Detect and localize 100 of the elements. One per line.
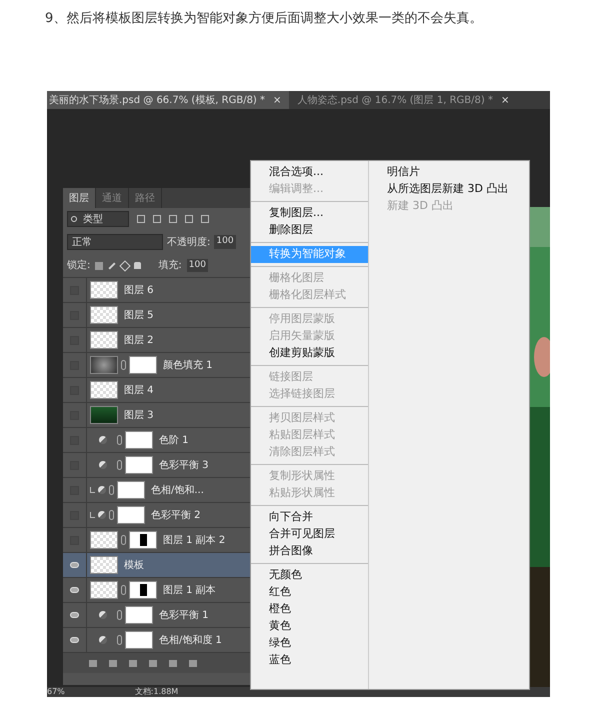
layer-thumbnail xyxy=(90,556,118,574)
panel-tab[interactable]: 图层 xyxy=(63,188,96,208)
layer-name: 图层 3 xyxy=(124,408,154,422)
layer-row[interactable]: 色阶 1 xyxy=(63,428,250,453)
menu-item[interactable]: 黄色 xyxy=(251,618,368,635)
layer-name: 图层 2 xyxy=(124,334,154,348)
close-icon[interactable]: × xyxy=(273,92,282,108)
layer-row[interactable]: 图层 1 副本 2 xyxy=(63,528,250,553)
menu-item[interactable]: 绿色 xyxy=(251,635,368,652)
adjustment-icon xyxy=(99,461,107,469)
menu-item[interactable]: 红色 xyxy=(251,584,368,601)
adjustment-icon xyxy=(99,436,107,444)
layer-row[interactable]: 颜色填充 1 xyxy=(63,353,250,378)
layer-thumbnail xyxy=(90,531,118,549)
adjustment-icon xyxy=(99,611,107,619)
layer-mask-thumbnail xyxy=(125,431,153,449)
menu-item[interactable]: 橙色 xyxy=(251,601,368,618)
move-icon[interactable] xyxy=(120,260,132,272)
menu-item[interactable]: 删除图层 xyxy=(251,222,368,239)
menu-item[interactable]: 蓝色 xyxy=(251,652,368,669)
brush-icon[interactable] xyxy=(108,262,116,270)
step-text: 9、然后将模板图层转换为智能对象方便后面调整大小效果一类的不会失真。 xyxy=(45,10,482,28)
layer-mask-thumbnail xyxy=(125,456,153,474)
fill-label: 填充: xyxy=(158,258,182,273)
layer-row[interactable]: 图层 2 xyxy=(63,328,250,353)
layer-mask-thumbnail xyxy=(125,606,153,624)
layer-name: 模板 xyxy=(124,558,144,572)
layer-name: 色彩平衡 1 xyxy=(159,608,209,622)
zoom-level: 67% xyxy=(47,686,65,698)
filter-dropdown[interactable]: 类型 xyxy=(67,211,129,227)
menu-item[interactable]: 明信片 xyxy=(387,164,508,181)
adjustment-icon xyxy=(99,636,107,644)
layer-row[interactable]: 色彩平衡 3 xyxy=(63,453,250,478)
menu-item[interactable]: 无颜色 xyxy=(251,567,368,584)
layer-name: 图层 6 xyxy=(124,284,154,298)
layer-thumbnail xyxy=(90,306,118,324)
adjustment-icon xyxy=(98,511,106,519)
layer-name: 色彩平衡 3 xyxy=(159,458,209,472)
document-size: 文档:1.88M xyxy=(134,686,178,698)
menu-item[interactable]: 向下合并 xyxy=(251,509,368,526)
eye-icon[interactable] xyxy=(70,587,79,593)
document-tab[interactable]: 美丽的水下场景.psd @ 66.7% (模板, RGB/8) * × xyxy=(47,91,290,109)
layer-row[interactable]: 图层 6 xyxy=(63,278,250,303)
blend-mode-dropdown[interactable]: 正常 xyxy=(67,234,163,250)
layer-thumbnail xyxy=(90,581,118,599)
layer-thumbnail xyxy=(90,356,118,374)
layer-name: 图层 4 xyxy=(124,384,154,398)
chain-link-icon xyxy=(109,510,114,520)
document-tab[interactable]: 人物姿态.psd @ 16.7% (图层 1, RGB/8) * × xyxy=(289,91,518,109)
layer-mask-thumbnail xyxy=(129,531,157,549)
clip-arrow-icon xyxy=(90,512,95,518)
menu-item[interactable]: 混合选项... xyxy=(251,164,368,181)
layer-name: 色相/饱和度 1 xyxy=(159,634,222,648)
opacity-label: 不透明度: xyxy=(167,236,210,250)
eye-icon[interactable] xyxy=(70,637,79,643)
layer-row[interactable]: 色相/饱和度 1 xyxy=(63,628,250,653)
layer-thumbnail xyxy=(90,406,118,424)
chain-link-icon xyxy=(121,585,126,595)
layer-row[interactable]: 图层 1 副本 xyxy=(63,578,250,603)
layer-row[interactable]: 色彩平衡 1 xyxy=(63,603,250,628)
menu-item[interactable]: 从所选图层新建 3D 凸出 xyxy=(387,181,508,198)
layer-mask-thumbnail xyxy=(117,481,145,499)
layer-row[interactable]: 图层 4 xyxy=(63,378,250,403)
chain-link-icon xyxy=(121,535,126,545)
chain-link-icon xyxy=(117,460,122,470)
layer-name: 色相/饱和... xyxy=(151,484,204,498)
adjustment-icon xyxy=(98,486,106,494)
clip-arrow-icon xyxy=(90,487,95,493)
layer-mask-thumbnail xyxy=(129,581,157,599)
layer-name: 图层 1 副本 xyxy=(163,584,216,598)
opacity-field[interactable]: 100 xyxy=(214,235,236,249)
chain-link-icon xyxy=(117,610,122,620)
layer-thumbnail xyxy=(90,381,118,399)
layer-row[interactable]: 图层 5 xyxy=(63,303,250,328)
menu-item[interactable]: 合并可见图层 xyxy=(251,526,368,543)
layer-mask-thumbnail xyxy=(117,506,145,524)
menu-item[interactable]: 创建剪贴蒙版 xyxy=(251,345,368,362)
menu-item[interactable]: 拼合图像 xyxy=(251,543,368,560)
layer-row[interactable]: 图层 3 xyxy=(63,403,250,428)
layer-mask-thumbnail xyxy=(125,631,153,649)
chain-link-icon xyxy=(109,485,114,495)
layer-row[interactable]: 色相/饱和... xyxy=(63,478,250,503)
layer-row[interactable]: 模板 xyxy=(63,553,250,578)
menu-item[interactable]: 复制图层... xyxy=(251,205,368,222)
eye-icon[interactable] xyxy=(70,562,79,568)
layer-row[interactable]: 色彩平衡 2 xyxy=(63,503,250,528)
chain-link-icon xyxy=(117,435,122,445)
close-icon[interactable]: × xyxy=(500,92,510,108)
chain-link-icon xyxy=(117,635,122,645)
layer-name: 色阶 1 xyxy=(159,434,189,448)
search-icon xyxy=(71,216,77,222)
lock-icon[interactable] xyxy=(134,262,142,269)
eye-icon[interactable] xyxy=(70,612,79,618)
fill-field[interactable]: 100 xyxy=(186,258,208,272)
layer-name: 图层 1 副本 2 xyxy=(163,534,226,548)
layer-name: 图层 5 xyxy=(124,308,154,322)
lock-label: 锁定: xyxy=(67,258,90,273)
layer-name: 颜色填充 1 xyxy=(163,358,213,372)
layer-thumbnail xyxy=(90,331,118,349)
layer-name: 色彩平衡 2 xyxy=(151,508,201,522)
